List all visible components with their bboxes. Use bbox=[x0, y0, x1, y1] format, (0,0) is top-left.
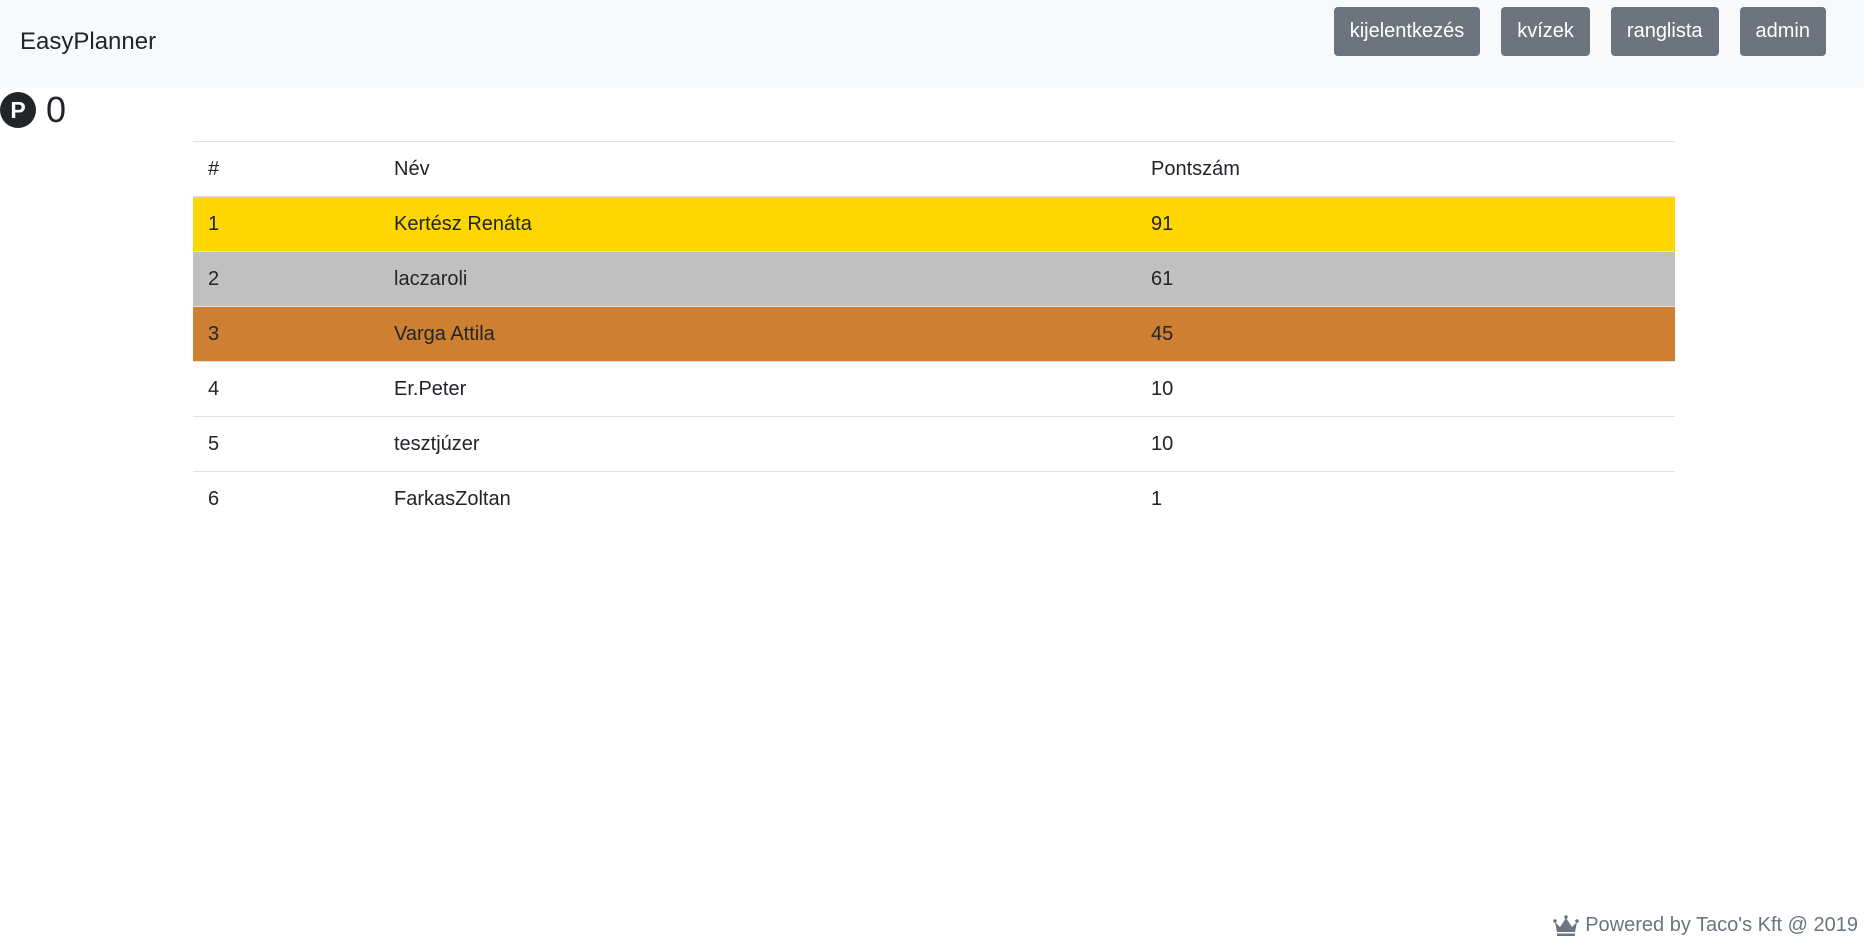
points-display: P 0 bbox=[0, 90, 66, 130]
rank-cell: 4 bbox=[193, 361, 379, 417]
leaderboard-table: # Név Pontszám 1 Kertész Renáta 91 2 lac… bbox=[193, 141, 1675, 526]
score-cell: 91 bbox=[1136, 196, 1675, 252]
name-cell: FarkasZoltan bbox=[379, 471, 1136, 526]
rank-cell: 1 bbox=[193, 196, 379, 252]
crown-icon bbox=[1553, 914, 1580, 937]
score-cell: 1 bbox=[1136, 471, 1675, 526]
table-row: 3 Varga Attila 45 bbox=[193, 306, 1675, 362]
rank-cell: 6 bbox=[193, 471, 379, 526]
rank-cell: 3 bbox=[193, 306, 379, 362]
score-cell: 45 bbox=[1136, 306, 1675, 362]
table-row: 2 laczaroli 61 bbox=[193, 251, 1675, 307]
admin-button[interactable]: admin bbox=[1739, 7, 1826, 56]
leaderboard-button[interactable]: ranglista bbox=[1610, 7, 1719, 56]
leaderboard-table-container: # Név Pontszám 1 Kertész Renáta 91 2 lac… bbox=[193, 141, 1675, 526]
nav-buttons: kijelentkezés kvízek ranglista admin bbox=[1333, 7, 1826, 56]
name-cell: Varga Attila bbox=[379, 306, 1136, 362]
header-rank: # bbox=[193, 141, 379, 197]
footer-text: Powered by Taco's Kft @ 2019 bbox=[1585, 914, 1858, 936]
rank-cell: 2 bbox=[193, 251, 379, 307]
score-cell: 10 bbox=[1136, 361, 1675, 417]
logout-button[interactable]: kijelentkezés bbox=[1333, 7, 1481, 56]
name-cell: laczaroli bbox=[379, 251, 1136, 307]
table-row: 6 FarkasZoltan 1 bbox=[193, 471, 1675, 526]
quizzes-button[interactable]: kvízek bbox=[1501, 7, 1590, 56]
footer: Powered by Taco's Kft @ 2019 bbox=[1553, 914, 1858, 937]
table-row: 1 Kertész Renáta 91 bbox=[193, 196, 1675, 252]
points-icon: P bbox=[0, 92, 36, 128]
points-value: 0 bbox=[46, 89, 67, 130]
name-cell: tesztjúzer bbox=[379, 416, 1136, 472]
score-cell: 10 bbox=[1136, 416, 1675, 472]
header-name: Név bbox=[379, 141, 1136, 197]
name-cell: Kertész Renáta bbox=[379, 196, 1136, 252]
brand-link[interactable]: EasyPlanner bbox=[20, 26, 156, 58]
name-cell: Er.Peter bbox=[379, 361, 1136, 417]
table-header-row: # Név Pontszám bbox=[193, 141, 1675, 197]
top-navbar: EasyPlanner kijelentkezés kvízek ranglis… bbox=[0, 0, 1864, 88]
rank-cell: 5 bbox=[193, 416, 379, 472]
header-score: Pontszám bbox=[1136, 141, 1675, 197]
table-row: 4 Er.Peter 10 bbox=[193, 361, 1675, 417]
score-cell: 61 bbox=[1136, 251, 1675, 307]
table-row: 5 tesztjúzer 10 bbox=[193, 416, 1675, 472]
